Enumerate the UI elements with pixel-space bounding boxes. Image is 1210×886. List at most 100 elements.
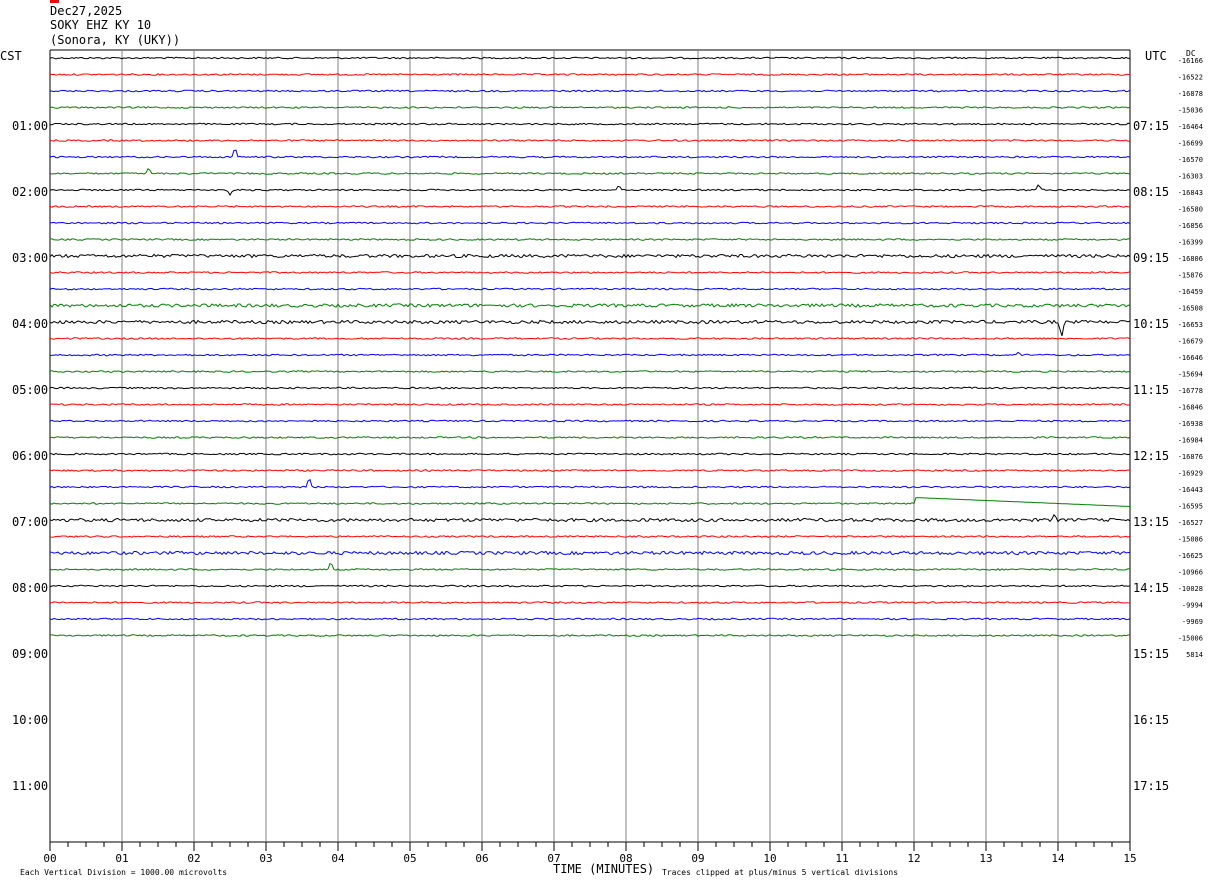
right-hour-label: 15:15 (1133, 647, 1169, 661)
right-hour-label: 17:15 (1133, 779, 1169, 793)
right-hour-label: 07:15 (1133, 119, 1169, 133)
trace-line (49, 319, 1131, 337)
seismogram-chart: 00 01 02 03 04 05 06 07 08 09 10 11 12 13 14 1501:0002:… (0, 49, 1203, 877)
x-tick-label: 01 (115, 852, 128, 865)
trace-line (49, 403, 1131, 406)
dc-offset-label: -15086 (1178, 536, 1203, 544)
dc-offset-label: -15694 (1178, 371, 1203, 379)
dc-offset-label: 5814 (1186, 651, 1203, 659)
trace-line (49, 238, 1131, 241)
trace-line (49, 535, 1131, 538)
x-tick-label: 03 (259, 852, 272, 865)
dc-offset-label: -16778 (1178, 387, 1203, 395)
dc-offset-label: -16699 (1178, 140, 1203, 148)
trace-line (49, 139, 1131, 142)
dc-offset-label: -16580 (1178, 206, 1203, 214)
x-tick-label: 11 (835, 852, 848, 865)
trace-line (49, 271, 1131, 274)
dc-offset-label: -16464 (1178, 123, 1203, 131)
x-tick-label: 09 (691, 852, 704, 865)
x-tick-label: 04 (331, 852, 345, 865)
traces (49, 56, 1131, 637)
dc-offset-label: -16646 (1178, 354, 1203, 362)
x-tick-label: 02 (187, 852, 200, 865)
trace-line (49, 89, 1131, 93)
dc-offset-label: -10028 (1178, 585, 1203, 593)
left-hour-label: 02:00 (12, 185, 48, 199)
trace-line (49, 184, 1131, 196)
dc-offset-label: -15876 (1178, 272, 1203, 280)
right-hour-label: 08:15 (1133, 185, 1169, 199)
dc-offset-label: -16527 (1178, 519, 1203, 527)
dc-offset-label: -16625 (1178, 552, 1203, 560)
dc-offset-label: -16876 (1178, 453, 1203, 461)
x-tick-label: 00 (43, 852, 56, 865)
dc-offset-label: -16846 (1178, 404, 1203, 412)
trace-line (49, 513, 1131, 523)
trace-line (50, 221, 1131, 225)
dc-offset-label: -16459 (1178, 288, 1203, 296)
dc-offset-label: -10966 (1178, 569, 1203, 577)
left-hour-label: 03:00 (12, 251, 48, 265)
dc-offset-label: -15006 (1178, 635, 1203, 643)
axis-labels: 00 01 02 03 04 05 06 07 08 09 10 11 12 13 14 1501:0002:… (12, 57, 1203, 865)
trace-line (49, 287, 1131, 291)
x-tick-label: 12 (907, 852, 920, 865)
left-axis-label: CST (0, 49, 22, 63)
dc-offset-label: -16653 (1178, 321, 1203, 329)
trace-line (49, 122, 1131, 126)
x-tick-label: 06 (475, 852, 488, 865)
dc-offset-label: -16570 (1178, 156, 1203, 164)
trace-line (49, 351, 1131, 357)
grid-lines (49, 49, 1131, 851)
dc-offset-label: -16984 (1178, 437, 1203, 445)
trace-line (49, 452, 1131, 456)
trace-line (49, 601, 1131, 604)
dc-offset-label: -15036 (1178, 107, 1203, 115)
right-hour-label: 13:15 (1133, 515, 1169, 529)
x-tick-label: 05 (403, 852, 416, 865)
dc-offset-label: -16679 (1178, 338, 1203, 346)
x-axis-label: TIME (MINUTES) (553, 862, 654, 876)
trace-line (49, 497, 1131, 507)
dc-offset-label: -16938 (1178, 420, 1203, 428)
trace-line (49, 73, 1131, 76)
dc-offset-label: -16303 (1178, 173, 1203, 181)
footer-left: Each Vertical Division = 1000.00 microvo… (20, 868, 227, 877)
trace-line (49, 584, 1131, 588)
dc-offset-label: -16443 (1178, 486, 1203, 494)
x-tick-label: 14 (1051, 852, 1065, 865)
right-hour-label: 14:15 (1133, 581, 1169, 595)
x-tick-label: 13 (979, 852, 992, 865)
trace-line (49, 370, 1131, 373)
dc-offset-label: -16856 (1178, 222, 1203, 230)
trace-line (49, 562, 1131, 571)
dc-offset-label: -16508 (1178, 305, 1203, 313)
right-hour-label: 11:15 (1133, 383, 1169, 397)
trace-line (49, 469, 1130, 472)
trace-line (49, 478, 1131, 489)
dc-offset-label: -16929 (1178, 470, 1203, 478)
dc-offset-label: -16843 (1178, 189, 1203, 197)
left-hour-label: 04:00 (12, 317, 48, 331)
dc-offset-label: -16878 (1178, 90, 1203, 98)
trace-line (49, 168, 1131, 175)
right-hour-label: 09:15 (1133, 251, 1169, 265)
trace-line (49, 337, 1131, 340)
trace-line (49, 617, 1131, 621)
dc-offset-label: -9994 (1182, 602, 1203, 610)
dc-offset-label: -16166 (1178, 57, 1203, 65)
dc-offset-label: -9969 (1182, 618, 1203, 626)
trace-line (49, 386, 1131, 390)
trace-line (49, 106, 1131, 109)
trace-line (49, 634, 1131, 637)
left-hour-label: 07:00 (12, 515, 48, 529)
left-hour-label: 05:00 (12, 383, 48, 397)
trace-line (49, 149, 1131, 159)
dc-offset-label: -16806 (1178, 255, 1203, 263)
right-hour-label: 10:15 (1133, 317, 1169, 331)
right-hour-label: 12:15 (1133, 449, 1169, 463)
left-hour-label: 09:00 (12, 647, 48, 661)
trace-line (49, 550, 1131, 556)
footer-right: Traces clipped at plus/minus 5 vertical … (662, 868, 898, 877)
